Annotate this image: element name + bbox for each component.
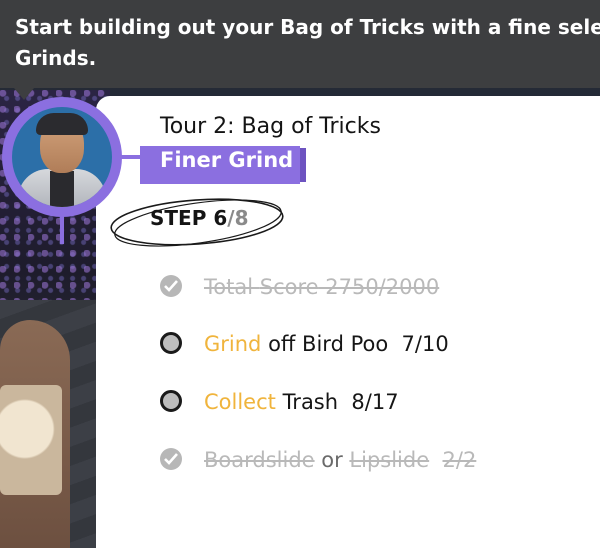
objective-text: Collect Trash 8/17 [204,390,399,414]
avatar [12,107,112,207]
incomplete-circle-icon [160,332,182,354]
skater-shirt-graphic [0,385,62,495]
tour-title: Tour 2: Bag of Tricks [160,114,381,139]
avatar-tick [120,155,142,159]
challenge-name: Finer Grind [160,148,294,172]
step-current: 6 [213,206,228,230]
tooltip-pointer [14,88,34,100]
step-prefix: STEP [150,206,214,230]
check-icon [160,275,182,297]
tooltip-text: Start building out your Bag of Tricks wi… [15,15,600,70]
objective-text: Grind off Bird Poo 7/10 [204,332,449,356]
tutorial-tooltip: Start building out your Bag of Tricks wi… [0,0,600,88]
objective-progress: 8/17 [351,390,399,414]
objective-progress: 2/2 [442,448,477,472]
banner-shadow [300,148,306,182]
objective-text: Total Score 2750/2000 [204,275,440,299]
challenge-banner: Finer Grind [140,146,300,184]
objective-progress: 7/10 [401,332,449,356]
incomplete-circle-icon [160,390,182,412]
check-icon [160,448,182,470]
step-total: /8 [227,206,249,230]
step-counter: STEP 6/8 [150,206,249,230]
objective-text: Boardslide or Lipslide 2/2 [204,448,477,472]
avatar-connector [60,214,64,244]
